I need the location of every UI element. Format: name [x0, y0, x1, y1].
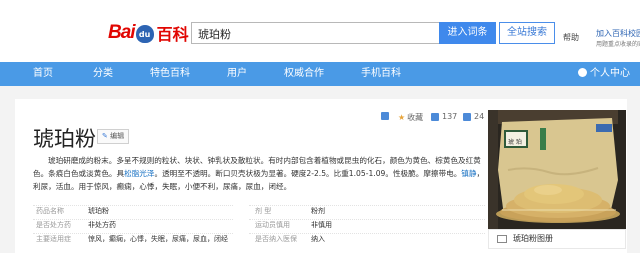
info-value: 非处方药 [88, 221, 116, 229]
nav-item-user[interactable]: 用户 [227, 62, 247, 86]
album-link[interactable]: 琥珀粉图册 [488, 229, 626, 249]
collect-label: 收藏 [407, 113, 424, 122]
join-campus-subtext: 用题重点收录的家长 [596, 41, 640, 48]
entry-image[interactable]: 琥 珀 [488, 110, 626, 229]
info-value: 琥珀粉 [88, 207, 109, 215]
share-icon [463, 112, 471, 121]
nav-item-mobile[interactable]: 手机百科 [361, 62, 401, 86]
basic-info-row: 药品名称 琥珀粉 剂 型 粉剂 [33, 205, 485, 218]
info-value: 纳入 [311, 235, 325, 243]
info-value: 粉剂 [311, 207, 325, 215]
info-key: 药品名称 [36, 207, 64, 215]
info-key: 是否纳入医保 [255, 235, 297, 243]
info-key: 剂 型 [255, 207, 272, 215]
nav-item-home[interactable]: 首页 [33, 62, 53, 86]
edit-button[interactable]: ✎ 编辑 [97, 129, 129, 144]
site-search-button[interactable]: 全站搜索 [499, 22, 555, 44]
logo-baike: 百科 [156, 25, 189, 44]
info-value: 非慎用 [311, 221, 332, 229]
like-count: 137 [442, 112, 458, 121]
enter-entry-button[interactable]: 进入词条 [439, 22, 496, 44]
share-button[interactable]: 24 [463, 112, 484, 121]
logo-bai: Bai [108, 22, 136, 43]
amber-powder-photo [488, 110, 626, 229]
star-icon: ★ [398, 113, 406, 122]
toolbar-share-icon[interactable] [381, 112, 392, 120]
share-count: 24 [474, 112, 485, 121]
basic-info-row: 主要适用症 惊风，癫痫，心悸，失眠，尿痛，尿血，闭经 是否纳入医保 纳入 [33, 233, 485, 246]
summary-link-sedative[interactable]: 镇静 [461, 169, 476, 178]
main-nav: 首页 分类 特色百科 用户 权威合作 手机百科 个人中心 [0, 62, 640, 86]
page-title: 琥珀粉 [33, 127, 96, 151]
edit-label: 编辑 [110, 132, 125, 140]
entry-summary: 琥珀研磨成的粉末。多呈不规则的粒状、块状、钟乳状及散粒状。有时内部包含着植物或昆… [33, 154, 485, 193]
summary-link-resinous-luster[interactable]: 松脂光泽 [124, 169, 154, 178]
help-link[interactable]: 帮助 [563, 32, 579, 43]
summary-text-2: 。透明至不透明。断口贝壳状极为显著。硬度2-2.5。比重1.05-1.09。性极… [154, 169, 462, 178]
nav-item-featured[interactable]: 特色百科 [150, 62, 190, 86]
thumb-up-icon [431, 112, 439, 121]
pencil-icon: ✎ [102, 132, 108, 140]
info-key: 是否处方药 [36, 221, 71, 229]
nav-item-authority[interactable]: 权威合作 [284, 62, 324, 86]
user-center-link[interactable]: 个人中心 [578, 62, 630, 86]
info-key: 主要适用症 [36, 235, 71, 243]
basic-info-row: 是否处方药 非处方药 运动员慎用 非慎用 [33, 219, 485, 232]
info-value: 惊风，癫痫，心悸，失眠，尿痛，尿血，闭经 [88, 235, 228, 243]
share-doc-icon [381, 112, 389, 120]
info-key: 运动员慎用 [255, 221, 290, 229]
user-icon [578, 68, 587, 77]
baidu-baike-logo[interactable]: Bai du 百科 [108, 20, 189, 46]
jar-label: 琥 珀 [508, 139, 522, 146]
join-campus-link[interactable]: 加入百科校园 [596, 28, 640, 39]
header: Bai du 百科 琥珀粉 进入词条 全站搜索 帮助 加入百科校园 用题重点收录… [0, 0, 640, 62]
user-center-label: 个人中心 [590, 68, 630, 79]
collect-button[interactable]: ★ 收藏 [398, 112, 423, 123]
album-label: 琥珀粉图册 [513, 234, 553, 243]
paw-icon: du [135, 25, 154, 43]
like-button[interactable]: 137 [431, 112, 457, 121]
nav-item-category[interactable]: 分类 [93, 62, 113, 86]
search-input[interactable]: 琥珀粉 [191, 22, 439, 44]
album-icon [497, 235, 507, 243]
